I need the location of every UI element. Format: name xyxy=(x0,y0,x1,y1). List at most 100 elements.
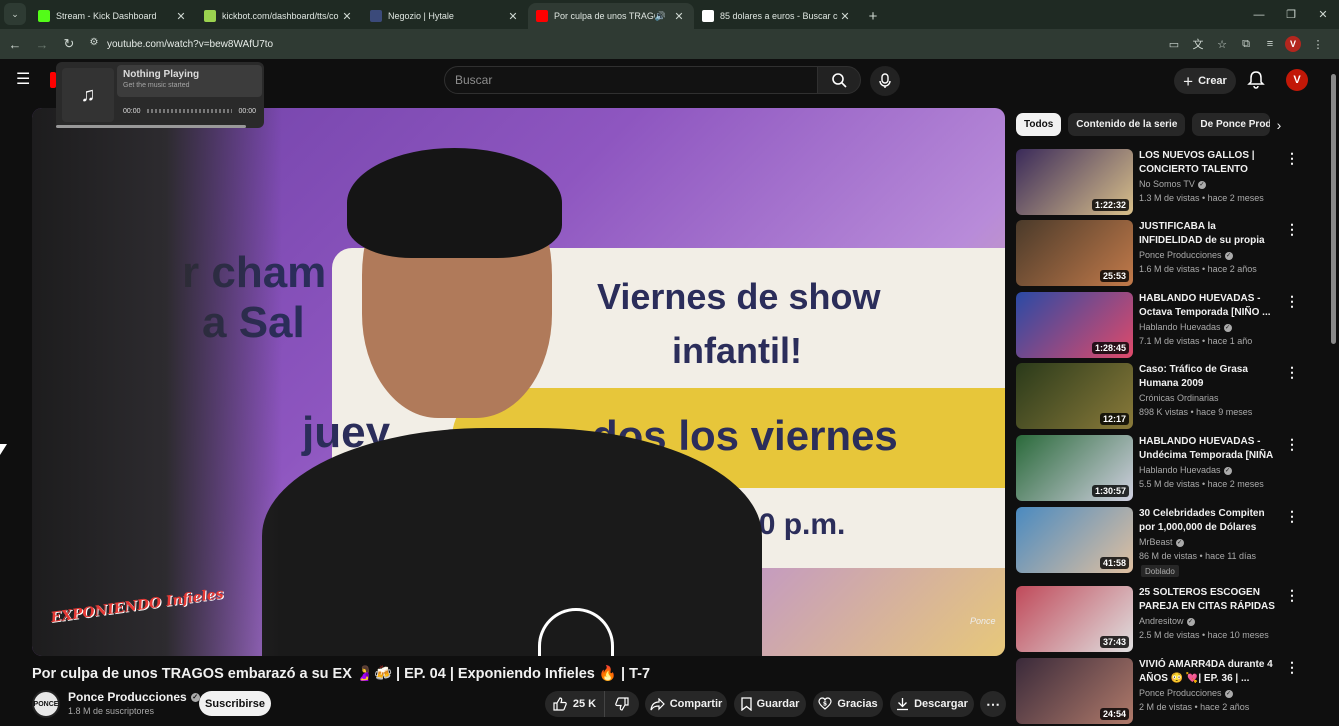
media-control-icon[interactable]: ≡ xyxy=(1259,33,1281,55)
search-button[interactable] xyxy=(817,66,861,94)
recommendation-thumbnail[interactable]: 24:54 xyxy=(1016,658,1133,724)
search-input[interactable] xyxy=(455,73,817,87)
browser-tab-4[interactable]: 85 dolares a euros - Buscar con ✕ xyxy=(694,3,860,29)
more-options-icon[interactable]: ⋮ xyxy=(1284,435,1300,453)
thanks-heart-icon: $ xyxy=(818,697,832,710)
recommendation-thumbnail[interactable]: 1:30:57 xyxy=(1016,435,1133,501)
forward-button[interactable]: → xyxy=(30,32,54,56)
reload-button[interactable]: ↻ xyxy=(57,32,81,56)
more-actions-button[interactable]: ⋯ xyxy=(980,691,1006,717)
recommendation-title[interactable]: HABLANDO HUEVADAS - Undécima Temporada [… xyxy=(1139,435,1281,463)
more-options-icon[interactable]: ⋮ xyxy=(1284,292,1300,310)
recommendation-thumbnail[interactable]: 12:17 xyxy=(1016,363,1133,429)
recommendation-channel-name: Crónicas Ordinarias xyxy=(1139,393,1219,403)
share-button[interactable]: Compartir xyxy=(645,691,727,717)
account-avatar[interactable]: V xyxy=(1286,69,1308,91)
recommendation-title[interactable]: JUSTIFICABA la INFIDELIDAD de su propia … xyxy=(1139,220,1281,248)
page-scrollbar[interactable] xyxy=(1330,64,1337,714)
recommendation-title[interactable]: HABLANDO HUEVADAS - Octava Temporada [NI… xyxy=(1139,292,1281,320)
recommendation-thumbnail[interactable]: 37:43 xyxy=(1016,586,1133,652)
recommendation-thumbnail[interactable]: 1:22:32 xyxy=(1016,149,1133,215)
chrome-menu-icon[interactable]: ⋮ xyxy=(1307,33,1329,55)
recommendation-thumbnail[interactable]: 25:53 xyxy=(1016,220,1133,286)
back-button[interactable]: ← xyxy=(3,32,27,56)
browser-tab-3[interactable]: Por culpa de unos TRAGOS🔊 ✕ xyxy=(528,3,694,29)
recommendation-item[interactable]: 24:54 VIVIÓ AMARR4DA durante 4 AÑOS 😳 💘| … xyxy=(1016,658,1306,726)
scrollbar-thumb[interactable] xyxy=(1331,74,1336,344)
recommendation-item[interactable]: 37:43 25 SOLTEROS ESCOGEN PAREJA EN CITAS… xyxy=(1016,586,1306,654)
recommendation-channel[interactable]: Ponce Producciones ✓ xyxy=(1139,250,1233,260)
bookmark-star-icon[interactable]: ☆ xyxy=(1211,33,1233,55)
recommendation-channel[interactable]: Hablando Huevadas ✓ xyxy=(1139,465,1232,475)
chevron-right-icon[interactable]: › xyxy=(1268,114,1290,136)
tab-close-icon[interactable]: ✕ xyxy=(340,10,354,23)
recommendation-channel[interactable]: Hablando Huevadas ✓ xyxy=(1139,322,1232,332)
like-button[interactable]: 25 K xyxy=(545,691,605,717)
more-options-icon[interactable]: ⋮ xyxy=(1284,507,1300,525)
tab-close-icon[interactable]: ✕ xyxy=(174,10,188,23)
recommendation-item[interactable]: 12:17 Caso: Tráfico de Grasa Humana 2009 C… xyxy=(1016,363,1306,431)
new-tab-button[interactable]: + xyxy=(860,3,886,29)
recommendation-title[interactable]: 30 Celebridades Compiten por 1,000,000 d… xyxy=(1139,507,1281,535)
dislike-button[interactable] xyxy=(605,697,639,711)
recommendation-thumbnail[interactable]: 1:28:45 xyxy=(1016,292,1133,358)
recommendation-item[interactable]: 25:53 JUSTIFICABA la INFIDELIDAD de su pr… xyxy=(1016,220,1306,288)
save-button[interactable]: Guardar xyxy=(734,691,806,717)
recommendation-item[interactable]: 1:22:32 LOS NUEVOS GALLOS | CONCIERTO TAL… xyxy=(1016,149,1306,217)
voice-search-button[interactable] xyxy=(870,66,900,96)
cast-icon[interactable]: ▭ xyxy=(1163,33,1185,55)
profile-avatar[interactable]: V xyxy=(1285,36,1301,52)
restore-icon[interactable]: ❐ xyxy=(1275,0,1307,29)
recommendation-channel[interactable]: Ponce Producciones ✓ xyxy=(1139,688,1233,698)
tab-audio-icon[interactable]: 🔊 xyxy=(655,11,666,22)
site-info-icon[interactable]: ⚙ xyxy=(87,37,101,51)
tab-search-button[interactable]: ⌄ xyxy=(4,3,26,25)
close-window-icon[interactable]: ✕ xyxy=(1307,0,1339,29)
more-options-icon[interactable]: ⋮ xyxy=(1284,220,1300,238)
more-options-icon[interactable]: ⋮ xyxy=(1284,586,1300,604)
channel-name[interactable]: Ponce Producciones ✓ xyxy=(68,690,200,704)
channel-avatar[interactable]: PONCE xyxy=(32,690,60,718)
share-icon xyxy=(650,697,665,710)
address-bar[interactable]: ⚙ youtube.com/watch?v=bew8WAfU7to xyxy=(87,32,1161,56)
browser-tab-2[interactable]: Negozio | Hytale ✕ xyxy=(362,3,528,29)
thanks-button[interactable]: $ Gracias xyxy=(813,691,883,717)
recommendation-title[interactable]: 25 SOLTEROS ESCOGEN PAREJA EN CITAS RÁPI… xyxy=(1139,586,1281,614)
widget-volume-bar[interactable] xyxy=(56,125,246,128)
chip-from-channel[interactable]: De Ponce Produ xyxy=(1192,113,1271,136)
chip-all[interactable]: Todos xyxy=(1016,113,1062,136)
recommendation-item[interactable]: 41:58 30 Celebridades Compiten por 1,000,… xyxy=(1016,507,1306,577)
video-duration: 24:54 xyxy=(1099,708,1129,720)
notifications-bell-icon[interactable] xyxy=(1246,70,1266,90)
tab-close-icon[interactable]: ✕ xyxy=(672,10,686,23)
search-box[interactable] xyxy=(444,66,818,94)
video-player[interactable]: Viernes de show infantil! dos los vierne… xyxy=(32,108,1005,656)
extensions-icon[interactable]: ⧉ xyxy=(1235,33,1257,55)
recommendation-channel[interactable]: Crónicas Ordinarias xyxy=(1139,393,1219,403)
chip-series-content[interactable]: Contenido de la serie xyxy=(1068,113,1186,136)
tab-close-icon[interactable]: ✕ xyxy=(506,10,520,23)
recommendation-channel[interactable]: No Somos TV ✓ xyxy=(1139,179,1206,189)
recommendation-title[interactable]: LOS NUEVOS GALLOS | CONCIERTO TALENTO xyxy=(1139,149,1281,177)
progress-track[interactable] xyxy=(146,109,233,113)
more-options-icon[interactable]: ⋮ xyxy=(1284,658,1300,676)
recommendation-channel[interactable]: MrBeast ✓ xyxy=(1139,537,1184,547)
recommendation-thumbnail[interactable]: 41:58 xyxy=(1016,507,1133,573)
download-button[interactable]: Descargar xyxy=(890,691,974,717)
recommendation-item[interactable]: 1:30:57 HABLANDO HUEVADAS - Undécima Temp… xyxy=(1016,435,1306,503)
more-options-icon[interactable]: ⋮ xyxy=(1284,363,1300,381)
recommendation-channel[interactable]: Andresitow ✓ xyxy=(1139,616,1195,626)
minimize-icon[interactable]: — xyxy=(1243,0,1275,29)
browser-tab-0[interactable]: Stream - Kick Dashboard ✕ xyxy=(30,3,196,29)
browser-tab-1[interactable]: kickbot.com/dashboard/tts/co ✕ xyxy=(196,3,362,29)
tab-close-icon[interactable]: ✕ xyxy=(838,10,852,23)
create-button[interactable]: + Crear xyxy=(1174,68,1236,94)
more-options-icon[interactable]: ⋮ xyxy=(1284,149,1300,167)
menu-icon[interactable]: ☰ xyxy=(16,72,34,88)
now-playing-widget[interactable]: ♫ Nothing Playing Get the music started … xyxy=(56,62,264,128)
recommendation-title[interactable]: VIVIÓ AMARR4DA durante 4 AÑOS 😳 💘| EP. 3… xyxy=(1139,658,1281,686)
subscribe-button[interactable]: Suscribirse xyxy=(199,691,271,716)
recommendation-item[interactable]: 1:28:45 HABLANDO HUEVADAS - Octava Tempor… xyxy=(1016,292,1306,360)
recommendation-title[interactable]: Caso: Tráfico de Grasa Humana 2009 xyxy=(1139,363,1281,391)
translate-icon[interactable]: 文 xyxy=(1187,33,1209,55)
